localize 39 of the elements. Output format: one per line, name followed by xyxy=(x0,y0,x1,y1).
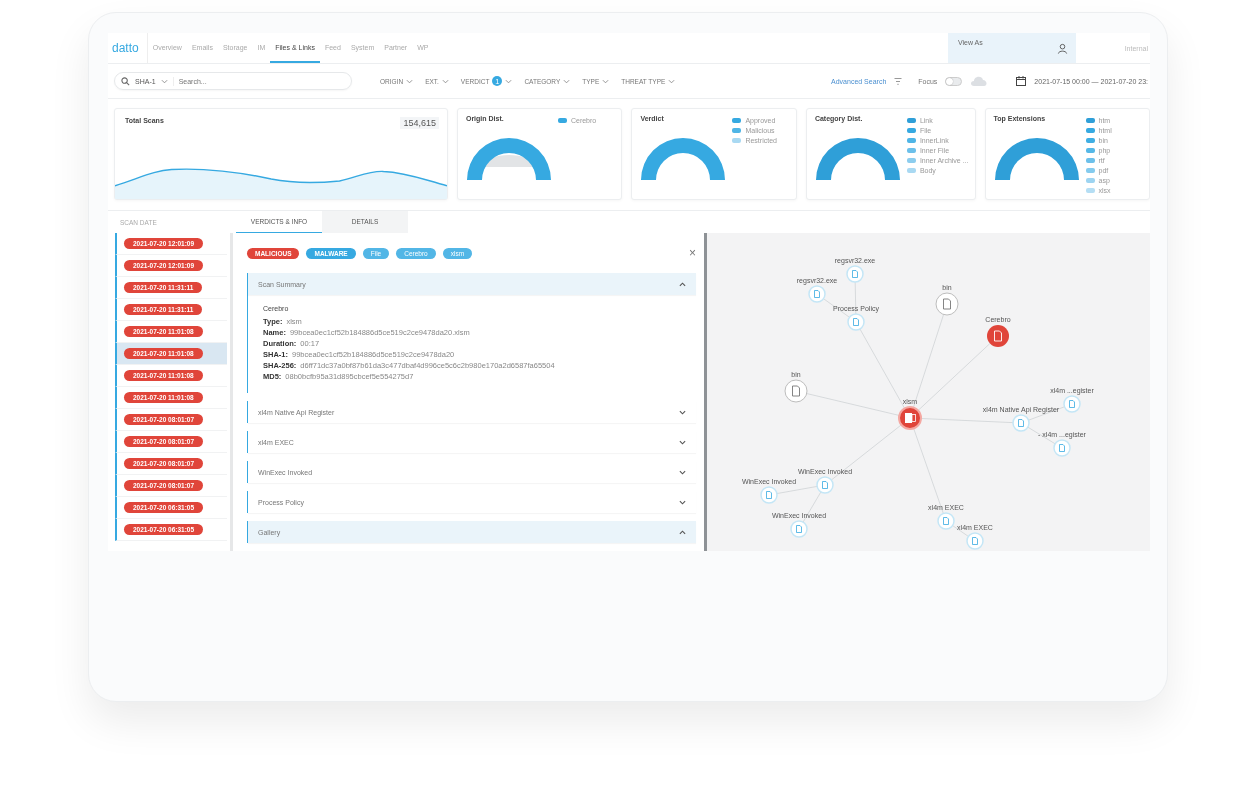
file-node[interactable] xyxy=(846,265,864,283)
file-node[interactable] xyxy=(935,292,959,316)
close-button[interactable]: × xyxy=(689,246,696,260)
chevron-icon xyxy=(679,499,686,505)
scan-count: 154,615 xyxy=(400,117,439,129)
file-node[interactable] xyxy=(1012,414,1030,432)
file-node[interactable] xyxy=(808,285,826,303)
excel-file-node[interactable] xyxy=(898,406,922,430)
connector-line xyxy=(1027,426,1056,445)
file-node[interactable] xyxy=(816,476,834,494)
file-node[interactable] xyxy=(790,520,808,538)
chevron-icon xyxy=(160,78,168,84)
file-node[interactable] xyxy=(966,532,984,550)
logo: datto xyxy=(108,33,148,63)
file-node[interactable] xyxy=(760,486,778,504)
chevron-icon xyxy=(679,469,686,475)
chevron-icon xyxy=(406,78,414,84)
chevron-icon xyxy=(441,78,449,84)
calendar-icon[interactable] xyxy=(1016,76,1027,86)
alert-file-node[interactable] xyxy=(987,325,1009,347)
chevron-icon xyxy=(679,529,686,535)
file-node[interactable] xyxy=(1053,439,1071,457)
chevron-icon xyxy=(679,281,686,287)
file-node[interactable] xyxy=(1063,395,1081,413)
filter-icon xyxy=(894,77,903,85)
user-icon xyxy=(1057,42,1068,54)
focus-toggle[interactable] xyxy=(945,76,963,86)
file-node[interactable] xyxy=(784,379,808,403)
chevron-icon xyxy=(505,78,513,84)
file-node[interactable] xyxy=(847,313,865,331)
chevron-icon xyxy=(563,78,571,84)
chevron-icon xyxy=(602,78,610,84)
chevron-icon xyxy=(668,78,676,84)
chevron-icon xyxy=(679,409,686,415)
cloud-icon[interactable] xyxy=(970,75,989,87)
connector-line xyxy=(830,424,902,481)
chevron-icon xyxy=(679,439,686,445)
file-node[interactable] xyxy=(937,512,955,530)
search-icon xyxy=(121,76,130,86)
